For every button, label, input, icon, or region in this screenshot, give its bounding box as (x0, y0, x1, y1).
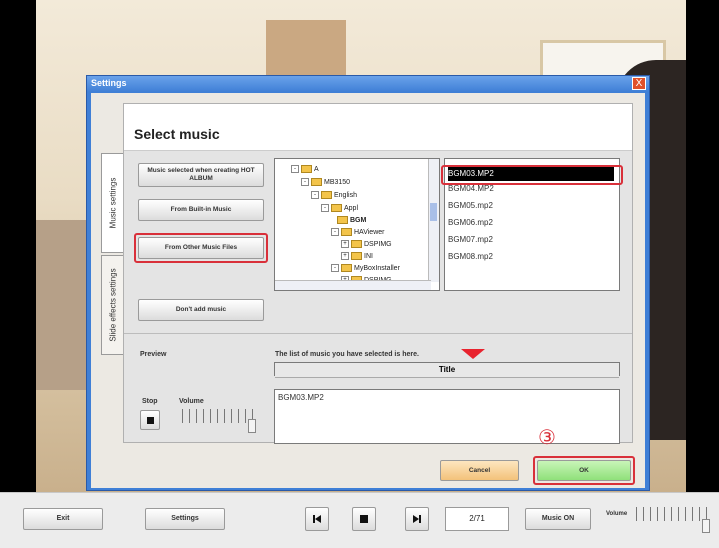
builtin-music-button[interactable]: From Built-in Music (138, 199, 264, 221)
expand-icon[interactable]: + (341, 240, 349, 248)
list-item[interactable]: BGM08.mp2 (448, 252, 493, 261)
step-marker: ③ (538, 427, 556, 449)
exit-button[interactable]: Exit (23, 508, 103, 530)
music-panel: Select music Music selected when creatin… (123, 103, 633, 444)
folder-icon (311, 178, 322, 186)
tree-node-haviewer[interactable]: - HAViewer (331, 228, 384, 236)
tree-node-dspimg[interactable]: + DSPIMG (341, 240, 392, 248)
list-item[interactable]: BGM04.MP2 (448, 184, 494, 193)
settings-dialog: Settings X Music settings Slide effects … (86, 75, 650, 491)
selected-table-header: Title (274, 362, 620, 378)
tree-node-appl[interactable]: - Appl (321, 204, 358, 212)
stop-label: Stop (142, 398, 158, 405)
tree-node-mb3150[interactable]: - MB3150 (301, 178, 350, 186)
stop-icon (146, 416, 154, 424)
tree-node-a[interactable]: -A (291, 165, 319, 173)
collapse-icon[interactable]: - (301, 178, 309, 186)
highlight-other-music (134, 233, 268, 263)
hot-album-button[interactable]: Music selected when creating HOT ALBUM (138, 163, 264, 187)
title-column-header: Title (275, 363, 619, 378)
collapse-icon[interactable]: - (311, 191, 319, 199)
expand-icon[interactable]: + (341, 252, 349, 260)
bottom-volume-track[interactable] (636, 507, 710, 521)
skip-back-icon (313, 515, 321, 523)
tab-music-settings-label: Music settings (108, 177, 117, 229)
settings-button[interactable]: Settings (145, 508, 225, 530)
selected-row[interactable]: BGM03.MP2 (278, 393, 324, 402)
tree-node-english[interactable]: - English (311, 191, 357, 199)
tree-node-myboxinstaller[interactable]: - MyBoxInstaller (331, 264, 400, 272)
dialog-title: Settings (91, 78, 127, 88)
collapse-icon[interactable]: - (331, 228, 339, 236)
folder-tree[interactable]: -A - MB3150 - English - Appl BGM - HAViewer … (274, 158, 440, 291)
folder-open-icon (337, 216, 348, 224)
selected-note: The list of music you have selected is h… (275, 351, 419, 358)
collapse-icon[interactable]: - (321, 204, 329, 212)
folder-icon (341, 228, 352, 236)
tree-node-ini[interactable]: + INI (341, 252, 373, 260)
dont-add-music-button[interactable]: Don't add music (138, 299, 264, 321)
highlight-selected-file (441, 165, 623, 185)
list-item[interactable]: BGM05.mp2 (448, 201, 493, 210)
collapse-icon[interactable]: - (291, 165, 299, 173)
tree-hscrollbar[interactable] (275, 280, 431, 290)
music-on-button[interactable]: Music ON (525, 508, 591, 530)
page-counter: 2/71 (445, 507, 509, 531)
player-control-bar: Exit Settings 2/71 Music ON Volume (0, 492, 719, 548)
list-item[interactable]: BGM07.mp2 (448, 235, 493, 244)
prev-button[interactable] (305, 507, 329, 531)
stop-playback-button[interactable] (352, 507, 376, 531)
dialog-titlebar: Settings X (87, 76, 649, 92)
stop-button[interactable] (140, 410, 160, 430)
tab-slide-effects[interactable]: Slide effects settings (101, 255, 123, 355)
scroll-thumb[interactable] (430, 203, 437, 221)
preview-volume-track[interactable] (182, 409, 256, 423)
preview-label: Preview (140, 351, 167, 358)
folder-icon (331, 204, 342, 212)
volume-label: Volume (179, 398, 204, 405)
highlight-ok (533, 456, 635, 485)
close-icon[interactable]: X (632, 77, 646, 90)
folder-icon (351, 252, 362, 260)
next-button[interactable] (405, 507, 429, 531)
tree-node-bgm[interactable]: BGM (337, 216, 366, 224)
dialog-client: Music settings Slide effects settings Se… (91, 93, 645, 488)
cancel-button[interactable]: Cancel (440, 460, 519, 481)
tab-slide-effects-label: Slide effects settings (108, 268, 117, 342)
preview-volume-thumb[interactable] (248, 419, 256, 433)
skip-forward-icon (413, 515, 421, 523)
list-item[interactable]: BGM06.mp2 (448, 218, 493, 227)
folder-icon (341, 264, 352, 272)
photo-door (266, 20, 346, 80)
collapse-icon[interactable]: - (331, 264, 339, 272)
down-arrow-icon (461, 349, 485, 359)
bottom-volume-thumb[interactable] (702, 519, 710, 533)
section-divider (124, 333, 632, 334)
bottom-volume-label: Volume (606, 511, 628, 517)
stop-icon (360, 515, 368, 523)
selected-music-list[interactable]: BGM03.MP2 (274, 389, 620, 444)
tree-vscrollbar[interactable] (428, 159, 439, 282)
folder-icon (321, 191, 332, 199)
panel-header: Select music (124, 104, 632, 151)
tab-music-settings[interactable]: Music settings (101, 153, 123, 253)
folder-icon (301, 165, 312, 173)
page-title: Select music (134, 126, 220, 142)
folder-icon (351, 240, 362, 248)
